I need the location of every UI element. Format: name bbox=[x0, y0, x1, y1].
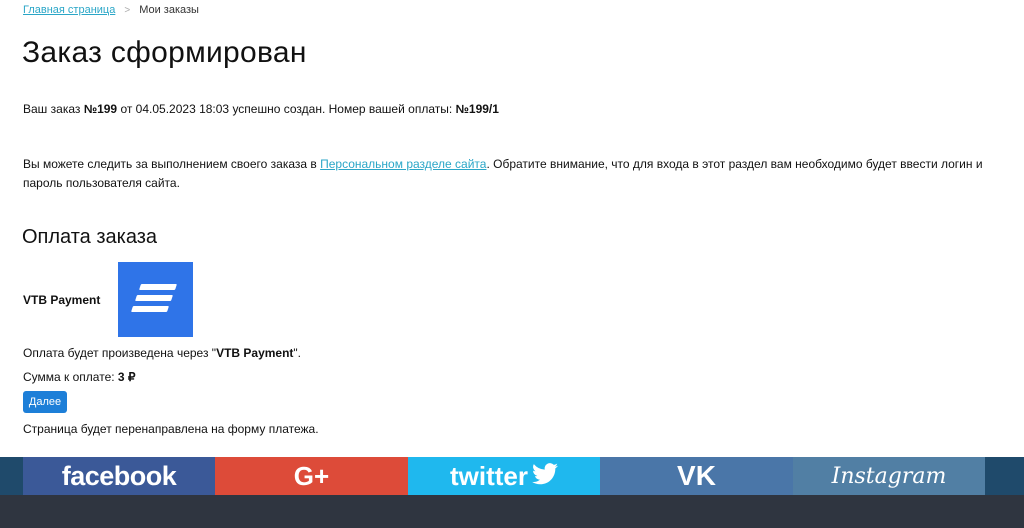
order-prefix: Ваш заказ bbox=[23, 102, 84, 116]
info-before-link: Вы можете следить за выполнением своего … bbox=[23, 157, 321, 171]
order-number: №199 bbox=[83, 102, 118, 116]
personal-section-info: Вы можете следить за выполнением своего … bbox=[23, 155, 998, 193]
footer bbox=[0, 495, 1024, 528]
twitter-bird-icon bbox=[532, 462, 558, 490]
googleplus-label: G+ bbox=[293, 460, 330, 491]
instagram-label: Instagram bbox=[831, 463, 947, 489]
note-after: ". bbox=[293, 346, 302, 360]
twitter-label: twitter bbox=[450, 460, 528, 491]
payment-system-name: VTB Payment bbox=[23, 293, 101, 307]
vtb-logo-bar bbox=[135, 295, 173, 301]
breadcrumb-current: Мои заказы bbox=[139, 4, 199, 16]
vtb-logo-bar bbox=[131, 306, 169, 312]
note-before: Оплата будет произведена через " bbox=[23, 346, 217, 360]
twitter-button[interactable]: twitter bbox=[408, 457, 600, 495]
vk-button[interactable]: VK bbox=[600, 457, 793, 495]
breadcrumb-home-link[interactable]: Главная страница bbox=[23, 4, 115, 16]
googleplus-button[interactable]: G+ bbox=[215, 457, 408, 495]
page-title: Заказ сформирован bbox=[22, 36, 307, 69]
order-created-text: Ваш заказ №199 от 04.05.2023 18:03 успеш… bbox=[23, 102, 499, 116]
instagram-button[interactable]: Instagram bbox=[793, 457, 985, 495]
payment-number: №199/1 bbox=[455, 102, 499, 116]
facebook-button[interactable]: facebook bbox=[23, 457, 215, 495]
breadcrumb-separator: > bbox=[124, 5, 131, 16]
social-bar: facebook G+ twitter VK Instagram bbox=[0, 457, 1024, 495]
facebook-label: facebook bbox=[61, 460, 177, 491]
payment-section-title: Оплата заказа bbox=[22, 226, 158, 248]
note-system: VTB Payment bbox=[216, 346, 294, 360]
vtb-logo-bar bbox=[139, 284, 177, 290]
payment-note: Оплата будет произведена через "VTB Paym… bbox=[23, 346, 301, 360]
redirect-note: Страница будет перенаправлена на форму п… bbox=[23, 422, 319, 436]
vk-label: VK bbox=[677, 460, 716, 491]
personal-section-link[interactable]: Персональном разделе сайта bbox=[320, 157, 486, 171]
sum-label: Сумма к оплате: bbox=[23, 370, 118, 384]
vtb-logo-icon bbox=[118, 262, 193, 337]
order-middle: от 04.05.2023 18:03 успешно создан. Номе… bbox=[117, 102, 456, 116]
sum-value: 3 ₽ bbox=[117, 370, 136, 384]
payment-sum: Сумма к оплате: 3 ₽ bbox=[23, 370, 136, 384]
breadcrumb: Главная страница > Мои заказы bbox=[23, 4, 199, 16]
next-button[interactable]: Далее bbox=[23, 391, 67, 413]
